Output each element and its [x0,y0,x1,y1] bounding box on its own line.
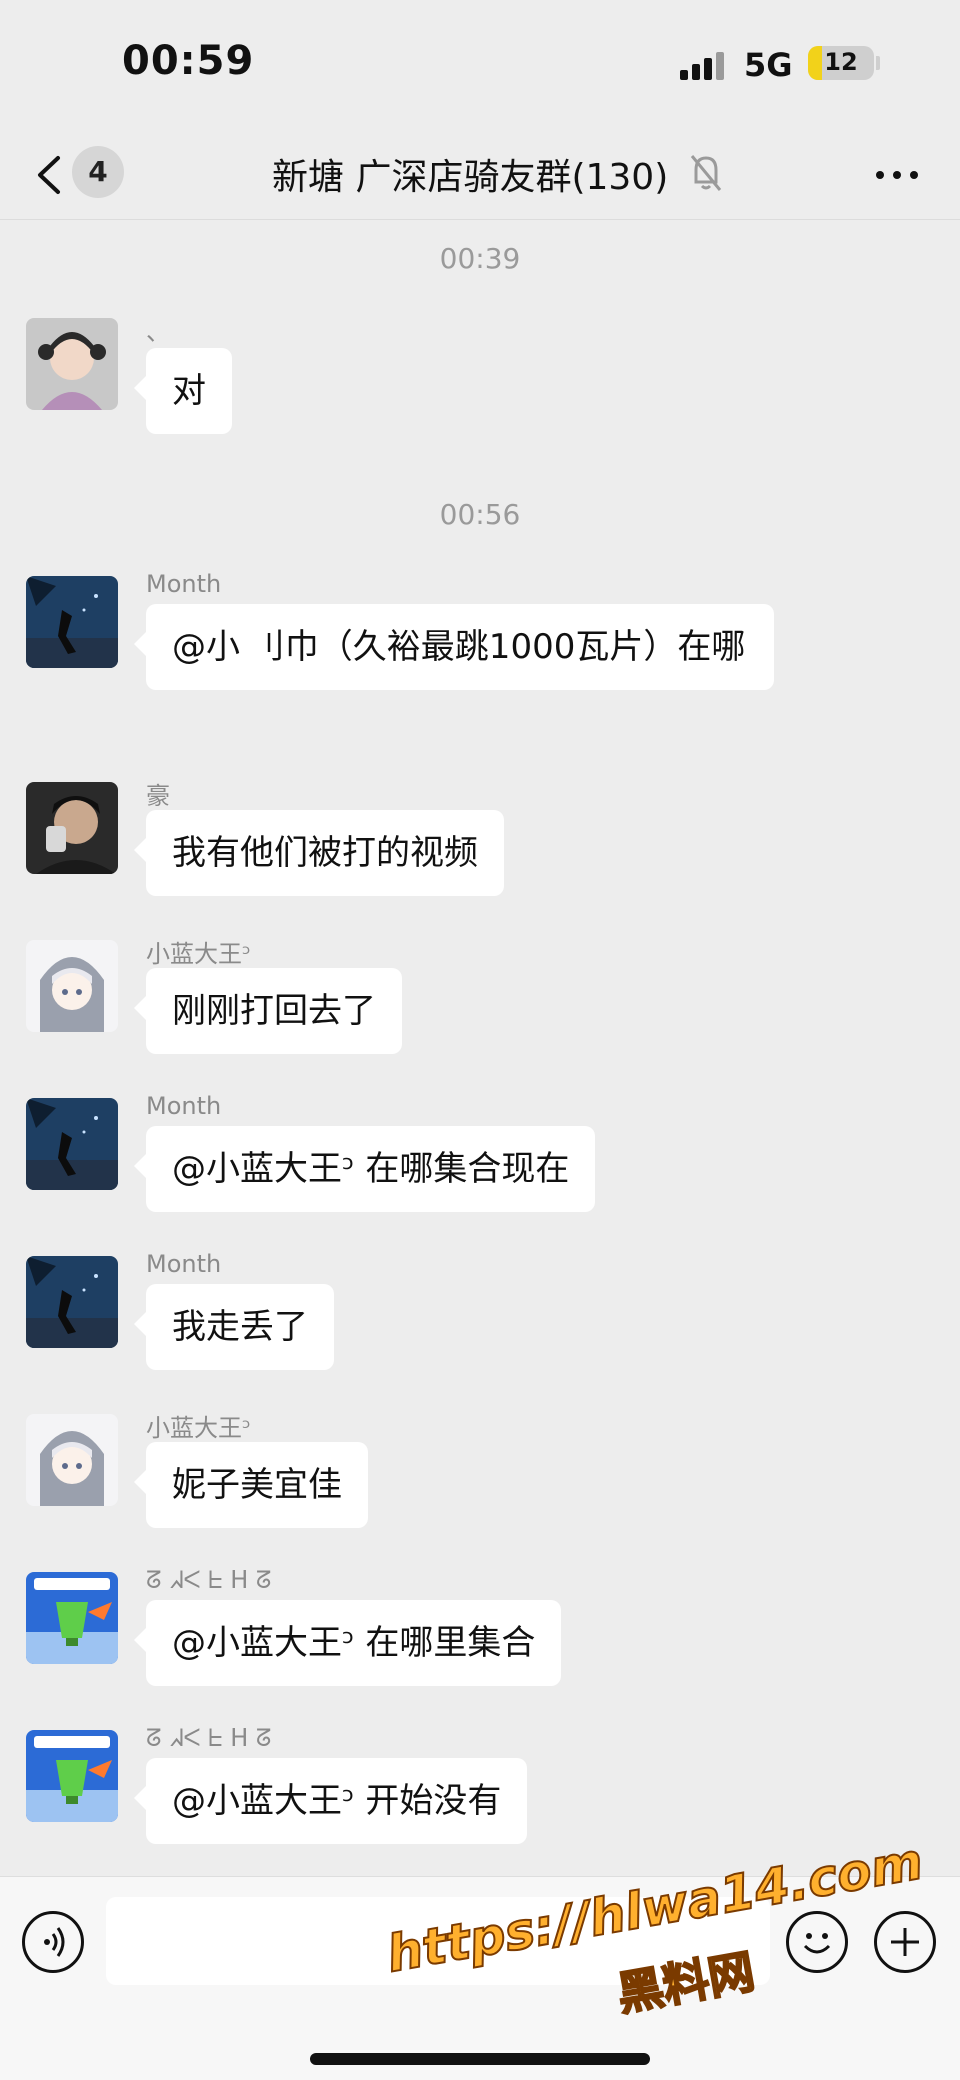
unread-count-badge[interactable]: 4 [72,146,124,198]
message-bubble[interactable]: @小蓝大王ᵓ 在哪里集合 [133,1600,562,1686]
message-bubble[interactable]: 刚刚打回去了 [134,968,402,1054]
back-icon[interactable] [30,150,70,200]
lantern-avatar[interactable] [26,1730,118,1822]
chat-header: 4 新塘 广深店骑友群(130) [0,130,960,220]
more-icon[interactable] [872,160,922,190]
sender-name: Month [146,1092,222,1120]
message-bubble[interactable]: @小蓝大王ᵓ 开始没有 [133,1758,528,1844]
message-bubble[interactable]: 妮子美宜佳 [134,1442,368,1528]
sender-name: ᘔ ᖽᐸ ᖶ ᕼ ᘔ [146,1724,272,1752]
signal-icon [680,52,728,80]
message-bubble[interactable]: @小蓝大王ᵓ 在哪集合现在 [133,1126,596,1212]
message-bubble[interactable]: @小 刂巾（久裕最跳1000瓦片）在哪 [134,604,774,690]
night-scene-avatar[interactable] [26,576,118,668]
watermark-name: 黑料网 [612,1943,759,2022]
status-bar: 00:59 5G 12 [0,0,960,130]
network-type: 5G [744,46,793,84]
sender-name: ᘔ ᖽᐸ ᖶ ᕼ ᘔ [146,1566,272,1594]
sender-name: 豪 [146,782,170,810]
anime-girl-avatar[interactable] [26,940,118,1032]
battery-level: 12 [824,48,858,76]
sender-name: Month [146,1250,222,1278]
voice-icon[interactable] [22,1911,84,1973]
message-bubble[interactable]: 对 [134,348,232,434]
chat-title: 新塘 广深店骑友群(130) [272,157,669,198]
girl-photo-avatar[interactable] [26,318,118,410]
mute-icon [690,155,722,191]
sender-name: 小蓝大王ᵓ [146,1414,251,1442]
timestamp: 00:56 [439,498,521,531]
battery-icon: 12 [808,46,874,80]
timestamp: 00:39 [439,242,521,275]
lantern-avatar[interactable] [26,1572,118,1664]
sender-name: 小蓝大王ᵓ [146,940,251,968]
sender-name: Month [146,570,222,598]
message-list[interactable]: 00:39 、 对 00:56 Month @小 刂巾（久裕最跳1000瓦片）在… [0,220,960,1876]
message-bubble[interactable]: 我走丢了 [134,1284,334,1370]
night-scene-avatar[interactable] [26,1098,118,1190]
message-bubble[interactable]: 我有他们被打的视频 [134,810,504,896]
night-scene-avatar[interactable] [26,1256,118,1348]
anime-girl-avatar[interactable] [26,1414,118,1506]
status-time: 00:59 [122,38,255,84]
battery-tip [876,56,880,70]
sender-name: 、 [146,318,170,346]
boy-photo-avatar[interactable] [26,782,118,874]
